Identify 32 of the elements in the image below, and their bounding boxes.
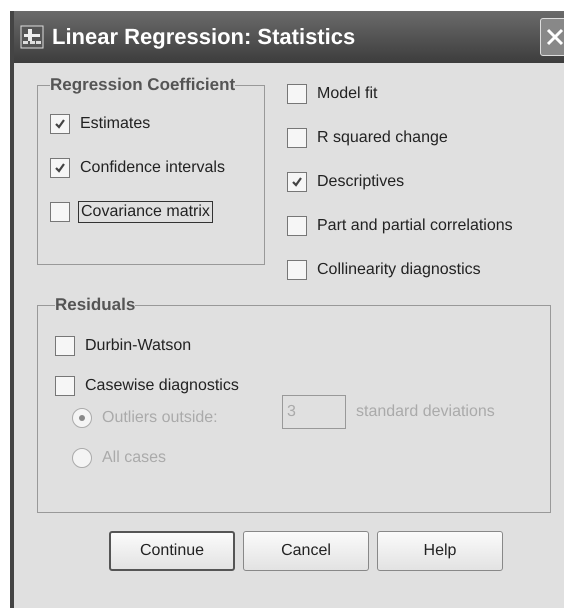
- checkbox[interactable]: [287, 84, 307, 104]
- checkbox-label[interactable]: Model fit: [315, 84, 380, 104]
- dialog-button[interactable]: Continue: [109, 531, 235, 571]
- checkbox[interactable]: [287, 172, 307, 192]
- checkbox-label[interactable]: Casewise diagnostics: [83, 376, 241, 396]
- group-title: Residuals: [55, 295, 136, 315]
- checkbox[interactable]: [287, 216, 307, 236]
- close-icon: [544, 26, 564, 48]
- check-icon: [54, 162, 66, 174]
- checkbox-label[interactable]: R squared change: [315, 128, 450, 148]
- check-icon: [291, 176, 303, 188]
- checkbox[interactable]: [287, 128, 307, 148]
- check-icon: [54, 118, 66, 130]
- checkbox[interactable]: [55, 376, 75, 396]
- app-icon: [20, 25, 44, 49]
- checkbox[interactable]: [55, 336, 75, 356]
- checkbox[interactable]: [50, 114, 70, 134]
- checkbox-label[interactable]: Estimates: [78, 114, 152, 134]
- dialog-button[interactable]: Help: [377, 531, 503, 571]
- checkbox-label[interactable]: Confidence intervals: [78, 158, 227, 178]
- checkbox-label[interactable]: Part and partial correlations: [315, 216, 515, 236]
- checkbox[interactable]: [50, 202, 70, 222]
- checkbox-label[interactable]: Descriptives: [315, 172, 406, 192]
- checkbox[interactable]: [50, 158, 70, 178]
- checkbox[interactable]: [287, 260, 307, 280]
- checkbox-label[interactable]: Durbin-Watson: [83, 336, 194, 356]
- window-title: Linear Regression: Statistics: [52, 24, 356, 50]
- checkbox-label[interactable]: Covariance matrix: [78, 201, 213, 223]
- dialog-button[interactable]: Cancel: [243, 531, 369, 571]
- group-title: Regression Coefficient: [50, 75, 236, 95]
- close-button[interactable]: [540, 18, 564, 56]
- checkbox-label[interactable]: Collinearity diagnostics: [315, 260, 483, 280]
